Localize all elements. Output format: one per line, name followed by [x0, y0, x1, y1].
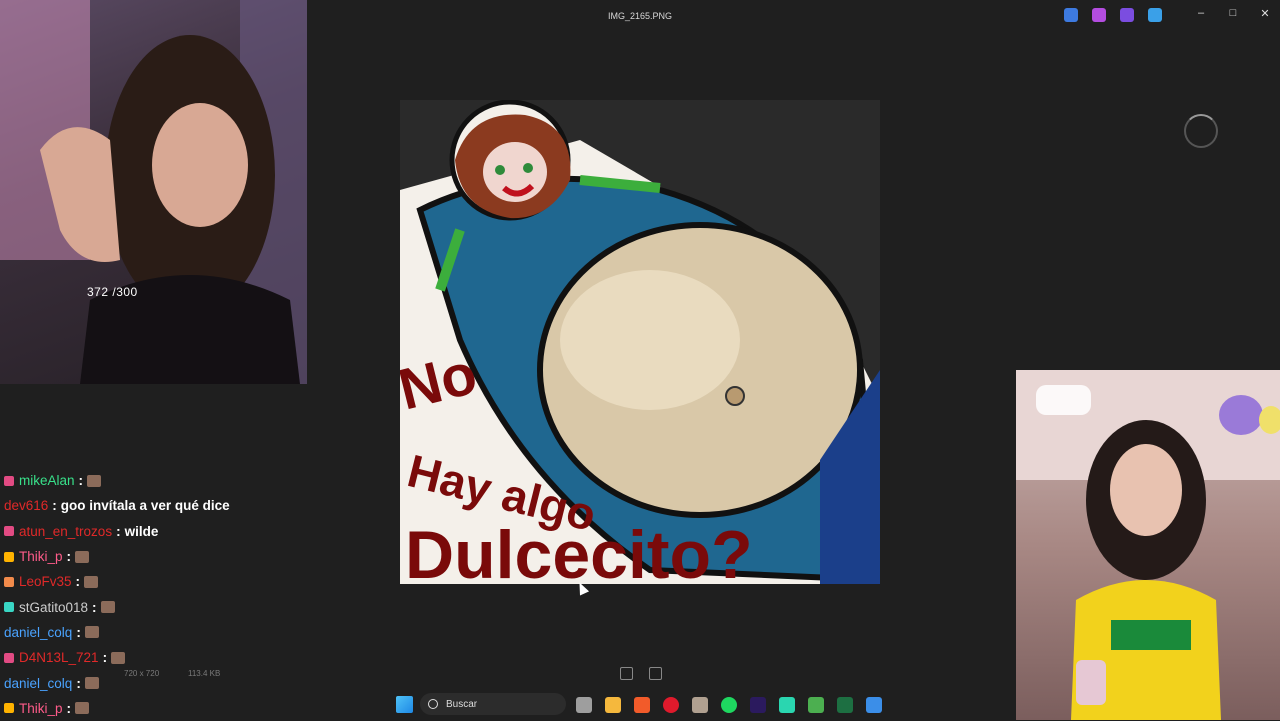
taskbar-apps [576, 697, 882, 713]
chat-username: atun_en_trozos [19, 523, 113, 539]
chat-text: wilde [124, 523, 159, 539]
start-icon[interactable] [396, 696, 413, 713]
chat-username: Thiki_p [19, 549, 63, 565]
onedrive-icon[interactable] [1148, 8, 1162, 22]
spotify-icon[interactable] [721, 697, 737, 713]
line-icon[interactable] [779, 697, 795, 713]
fit-screen-icon[interactable] [620, 667, 633, 680]
taskbar: Buscar [0, 690, 1280, 720]
illustration-text-line3: Dulcecito? [405, 517, 753, 584]
emote-icon [87, 474, 102, 487]
maximize-icon[interactable]: □ [1226, 7, 1240, 20]
file-size: 113.4 KB [188, 669, 221, 678]
window-controls: – □ ✕ [1194, 7, 1272, 20]
chat-username: dev616 [4, 498, 49, 514]
premiere-icon[interactable] [750, 697, 766, 713]
chat-message: mikeAlan : [4, 468, 304, 493]
chat-username: mikeAlan [19, 473, 75, 489]
webcam-right-scene [1016, 370, 1280, 720]
chat-message: daniel_colq : [4, 620, 304, 645]
taskbar-search[interactable]: Buscar [420, 693, 566, 715]
emote-icon [84, 626, 99, 639]
close-icon[interactable]: ✕ [1258, 7, 1272, 20]
brave-icon[interactable] [634, 697, 650, 713]
excel-icon[interactable] [837, 697, 853, 713]
illustration-text-layer: No Hay algo Dulcecito? [400, 341, 753, 584]
streamer-webcam-left: 372 /300 [0, 0, 307, 384]
badge-icon [4, 475, 14, 486]
chat-message: LeoFv35 : [4, 569, 304, 594]
chat-text: goo invítala a ver qué dice [60, 498, 230, 514]
chat-username: daniel_colq [4, 624, 73, 640]
emote-icon [100, 601, 115, 614]
chat-username: LeoFv35 [19, 574, 72, 590]
opera-icon[interactable] [663, 697, 679, 713]
zoom-actual-icon[interactable] [649, 667, 662, 680]
illustration-text-line1: No [400, 341, 483, 423]
loading-spinner-icon [1184, 114, 1218, 148]
viewer-image: No Hay algo Dulcecito? [400, 100, 880, 584]
task-view-icon[interactable] [576, 697, 592, 713]
badge-icon [4, 602, 14, 613]
chat-message: dev616 : goo invítala a ver qué dice [4, 498, 230, 514]
search-icon [428, 699, 438, 709]
counter-overlay: 372 /300 [87, 285, 138, 299]
clipchamp-icon[interactable] [1120, 8, 1134, 22]
image-dimensions: 720 x 720 [124, 669, 160, 678]
chat-message: Thiki_p : [4, 544, 304, 569]
badge-icon [4, 551, 14, 562]
photos-icon[interactable] [866, 697, 882, 713]
streamer-webcam-right [1016, 370, 1280, 720]
minimize-icon[interactable]: – [1194, 7, 1208, 20]
emote-icon [75, 550, 90, 563]
webcam-left-scene [0, 0, 307, 384]
search-placeholder: Buscar [446, 698, 478, 710]
chat-message: atun_en_trozos : wilde [4, 519, 304, 544]
edit-icon[interactable] [1064, 8, 1078, 22]
viewer-info-bar: 720 x 720 113.4 KB [0, 662, 1020, 684]
badge-icon [4, 576, 14, 587]
emote-icon [84, 575, 99, 588]
file-explorer-icon[interactable] [605, 697, 621, 713]
chat-username: stGatito018 [19, 599, 89, 615]
streaming-app-icon[interactable] [692, 697, 708, 713]
notepad-icon[interactable] [808, 697, 824, 713]
copilot-icon[interactable] [1092, 8, 1106, 22]
viewer-toolbar [1064, 8, 1162, 22]
chat-message: stGatito018 : [4, 594, 304, 619]
badge-icon [4, 526, 14, 537]
